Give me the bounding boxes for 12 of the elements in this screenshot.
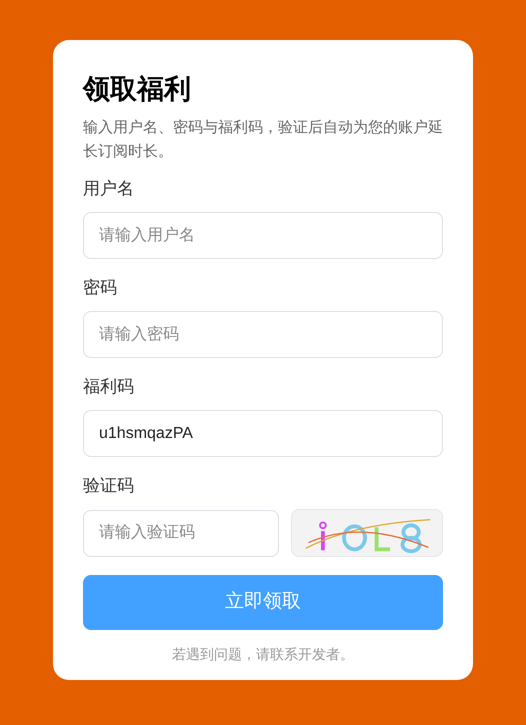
input-field[interactable]: 请输入密码 [83,311,443,358]
captcha-drawing[interactable] [291,509,443,557]
field-label: 福利码 [83,376,135,398]
input-field[interactable]: u1hsmqazPA [83,410,443,457]
field-label: 用户名 [83,178,135,200]
footer-text: 若遇到问题，请联系开发者。 [171,645,355,664]
description: 输入用户名、密码与福利码，验证后自动为您的账户延长订阅时长。 [83,118,443,162]
input-field[interactable]: 请输入用户名 [83,212,443,259]
field-label: 验证码 [83,475,135,497]
field-label: 密码 [83,277,118,299]
title: 领取福利 [83,73,192,106]
input-field[interactable]: 请输入验证码 [83,510,279,556]
